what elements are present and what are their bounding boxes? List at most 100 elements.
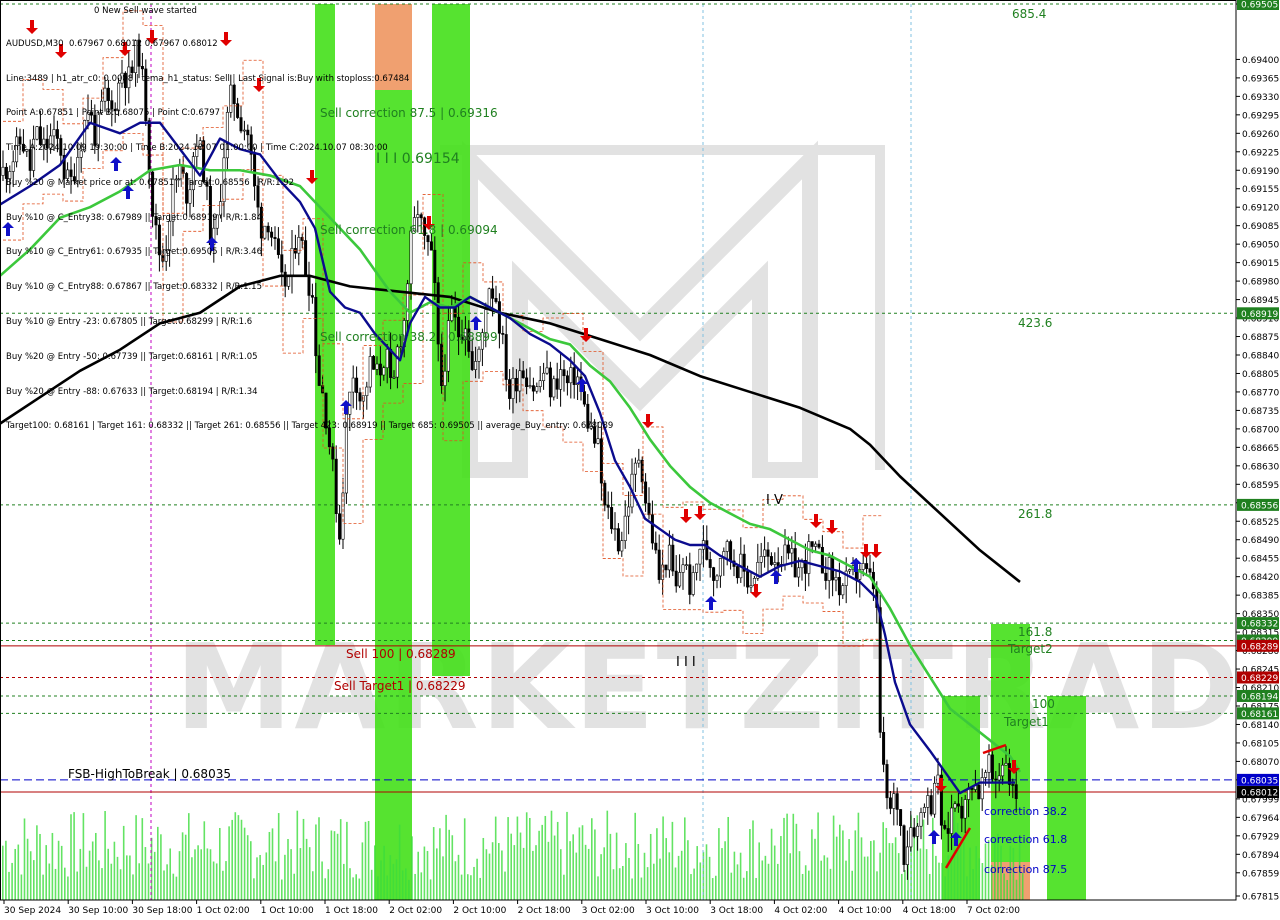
volume-bar <box>668 852 671 900</box>
volume-bar <box>941 862 943 900</box>
candle-body <box>902 825 906 865</box>
volume-bar <box>178 851 181 900</box>
volume-bar <box>591 818 593 900</box>
volume-bar <box>935 855 937 900</box>
chart-annotation: correction 38.2 <box>984 805 1067 818</box>
volume-bar <box>680 850 683 900</box>
volume-bar <box>516 816 519 900</box>
time-tick-label: 30 Sep 18:00 <box>132 906 192 916</box>
volume-bar <box>14 848 16 900</box>
volume-bar <box>842 830 844 900</box>
volume-bar <box>95 832 97 900</box>
price-tick-label: 0.69295 <box>1242 111 1279 121</box>
price-tick-label: 0.67964 <box>1242 814 1279 824</box>
volume-bar <box>814 838 816 900</box>
volume-bar <box>690 874 692 900</box>
candle-body <box>1014 784 1018 799</box>
volume-bar <box>26 838 29 900</box>
volume-bar <box>832 815 835 900</box>
level-label: 100 <box>1032 697 1055 711</box>
info-line: Buy %20 @ Entry -50: 0.67739 || Target:0… <box>6 351 258 362</box>
price-tick-label: 0.68840 <box>1242 351 1279 361</box>
chart-annotation: Target1 <box>1003 715 1049 729</box>
candle-body <box>868 568 872 573</box>
candle-body <box>773 562 777 565</box>
volume-bar <box>888 843 891 900</box>
volume-bar <box>634 812 636 900</box>
volume-bar <box>755 877 757 900</box>
price-tag-label: 0.68194 <box>1241 692 1278 702</box>
candle-body <box>735 566 739 579</box>
volume-bar <box>854 830 857 900</box>
volume-bar <box>535 845 537 900</box>
price-tick-label: 0.69190 <box>1242 167 1279 177</box>
time-tick-label: 4 Oct 10:00 <box>839 906 892 916</box>
volume-bar <box>380 860 382 900</box>
volume-bar <box>45 845 47 900</box>
price-tick-label: 0.69365 <box>1242 74 1279 84</box>
volume-bar <box>330 830 333 900</box>
volume-bar <box>653 863 655 900</box>
volume-bar <box>674 867 677 900</box>
price-tick-label: 0.69155 <box>1242 185 1279 195</box>
volume-bar <box>215 863 218 900</box>
volume-bar <box>656 828 658 900</box>
price-tick-label: 0.67859 <box>1242 869 1279 879</box>
volume-bar <box>845 860 847 900</box>
volume-bar <box>1015 879 1018 900</box>
volume-bar <box>922 819 925 900</box>
volume-bar <box>23 818 26 900</box>
candle-body <box>946 828 950 834</box>
candle-body <box>953 803 957 809</box>
volume-bar <box>625 843 627 900</box>
price-tag-label: 0.68556 <box>1241 501 1278 511</box>
candle-body <box>987 754 991 773</box>
volume-bar <box>392 863 395 900</box>
volume-bar <box>312 871 314 900</box>
volume-bar <box>163 870 165 900</box>
candle-body <box>977 784 981 800</box>
chart-area[interactable]: MARKETZITRADE 685.4 423.6 261.8 161.8 Target2… <box>0 0 1280 920</box>
candle-body <box>919 812 923 827</box>
candle-body <box>943 824 947 829</box>
info-line: Buy %20 @ Entry -88: 0.67633 || Target:0… <box>6 386 258 397</box>
volume-bar <box>113 841 116 900</box>
candle-body <box>861 563 865 570</box>
price-tick-label: 0.68770 <box>1242 388 1279 398</box>
time-axis: 30 Sep 2024 30 Sep 10:00 30 Sep 18:00 1 Oct… <box>0 899 1280 920</box>
volume-bar <box>321 861 323 900</box>
candle-body <box>936 774 940 784</box>
candle-body <box>814 543 818 547</box>
price-tick-label: 0.69085 <box>1242 222 1279 232</box>
volume-bar <box>615 832 618 900</box>
time-tick-label: 2 Oct 10:00 <box>453 906 506 916</box>
time-tick-label: 3 Oct 10:00 <box>646 906 699 916</box>
volume-bar <box>894 837 897 900</box>
time-tick-label: 30 Sep 10:00 <box>68 906 128 916</box>
time-tick-label: 3 Oct 02:00 <box>582 906 635 916</box>
candle-body <box>647 502 651 516</box>
volume-bar <box>172 873 175 900</box>
volume-bar <box>773 845 776 900</box>
volume-bar <box>780 836 782 900</box>
volume-bar <box>553 835 556 900</box>
level-label: 161.8 <box>1018 625 1052 639</box>
price-tick-label: 0.69400 <box>1242 56 1279 66</box>
volume-bar <box>222 870 224 900</box>
volume-bar <box>122 825 125 900</box>
volume-bar <box>144 847 147 900</box>
volume-bar <box>454 861 457 900</box>
volume-bar <box>197 845 199 900</box>
price-tick-label: 0.67929 <box>1242 832 1279 842</box>
info-line: AUDUSD,M30 0.67967 0.68012 0.67967 0.680… <box>6 38 218 49</box>
volume-bar <box>457 854 460 900</box>
candle-body <box>997 775 1001 781</box>
volume-bar <box>8 871 10 900</box>
price-tag-label: 0.68012 <box>1241 789 1278 799</box>
price-tick-label: 0.68140 <box>1242 721 1279 731</box>
volume-bar <box>67 876 69 900</box>
candle-body <box>797 567 801 578</box>
volume-bar <box>346 821 348 900</box>
volume-bar <box>315 824 317 900</box>
volume-bar <box>901 873 903 900</box>
